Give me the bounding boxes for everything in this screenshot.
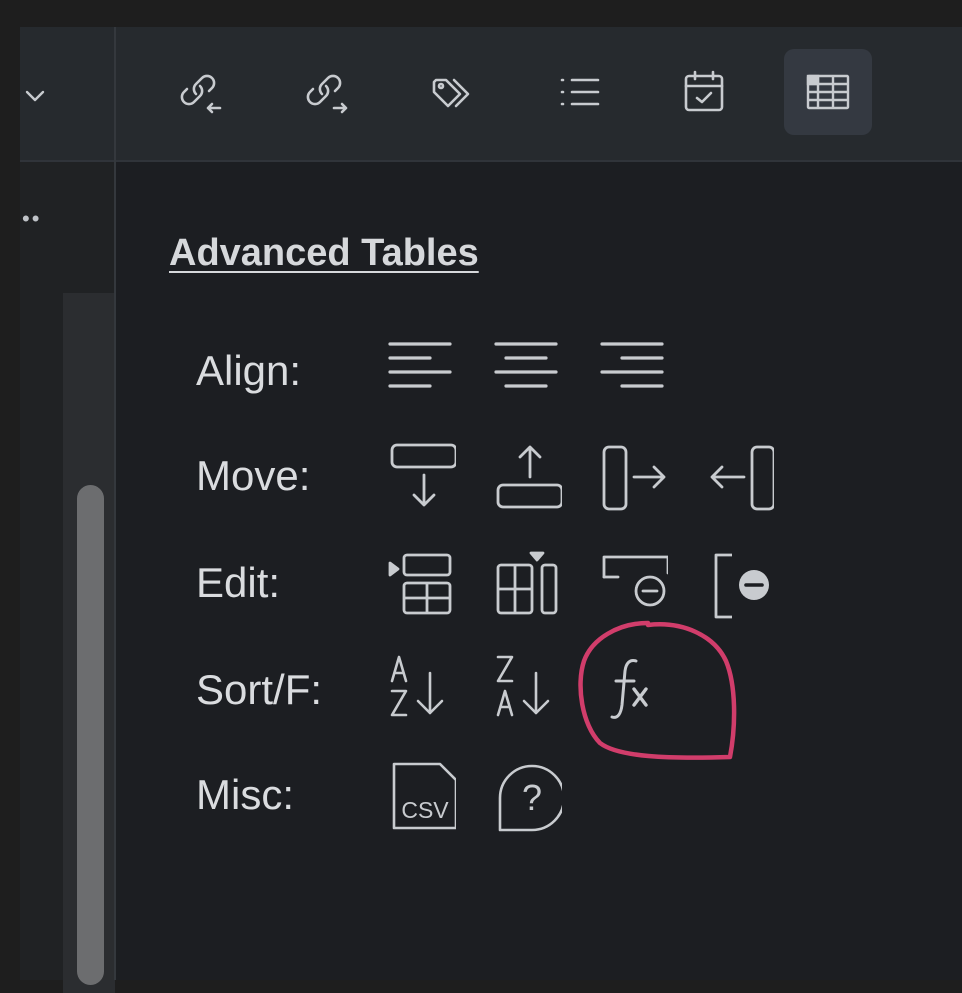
sort-za-button[interactable] [490,651,562,723]
move-row-up-button[interactable] [490,439,562,511]
panel-title[interactable]: Advanced Tables [169,232,479,275]
insert-column-icon [496,551,558,615]
chevron-down-icon[interactable] [24,83,50,109]
window-left-edge [0,27,20,980]
app-window: •• Advanced Tables Align: Move: Edit: So… [0,0,962,993]
move-column-left-button[interactable] [702,439,774,511]
move-column-right-button[interactable] [596,439,668,511]
left-pane-header [20,27,115,162]
svg-text:?: ? [522,777,542,818]
formula-button[interactable] [596,651,668,723]
misc-label: Misc: [196,771,294,818]
csv-text: CSV [401,797,449,823]
left-pane: •• [20,27,115,993]
align-left-button[interactable] [384,336,456,408]
tags-icon [432,78,470,108]
move-row-down-icon [390,443,456,507]
tab-outgoing-links[interactable] [284,49,372,135]
tab-calendar[interactable] [660,49,748,135]
outgoing-link-icon [306,74,348,114]
scrollbar-thumb[interactable] [77,485,104,985]
insert-row-icon [388,553,452,615]
calendar-check-icon [684,70,724,112]
align-right-icon [600,342,664,388]
align-left-icon [388,342,452,388]
sort-az-button[interactable] [384,651,456,723]
sidebar-tab-bar [116,27,962,162]
align-right-button[interactable] [596,336,668,408]
formula-icon [610,659,648,719]
align-label: Align: [196,347,302,394]
tab-tags[interactable] [410,49,498,135]
sort-az-icon [390,655,444,717]
help-icon: ? [498,764,562,832]
edit-label: Edit: [196,559,281,606]
move-column-right-icon [602,445,666,511]
delete-column-button[interactable] [702,547,774,619]
table-icon [806,74,850,110]
align-center-button[interactable] [490,336,562,408]
move-column-left-icon [710,445,774,511]
insert-column-button[interactable] [490,547,562,619]
delete-column-icon [714,553,769,619]
backlink-in-icon [180,74,222,114]
window-top-strip [0,0,962,28]
ellipsis-icon[interactable]: •• [22,208,41,230]
insert-row-button[interactable] [384,547,456,619]
delete-row-icon [602,555,668,607]
tab-advanced-tables[interactable] [784,49,872,135]
move-row-down-button[interactable] [384,439,456,511]
help-button[interactable]: ? [490,760,562,832]
tab-backlinks[interactable] [158,49,246,135]
sort-za-icon [496,655,550,717]
delete-row-button[interactable] [596,547,668,619]
export-csv-icon: CSV [392,762,456,830]
export-csv-button[interactable]: CSV [384,760,456,832]
align-center-icon [494,342,558,388]
tab-outline[interactable] [536,49,624,135]
right-sidebar: Advanced Tables Align: Move: Edit: Sort/… [116,27,962,980]
sort-label: Sort/F: [196,666,323,713]
outline-list-icon [560,78,600,106]
move-label: Move: [196,452,311,499]
move-row-up-icon [496,445,562,509]
